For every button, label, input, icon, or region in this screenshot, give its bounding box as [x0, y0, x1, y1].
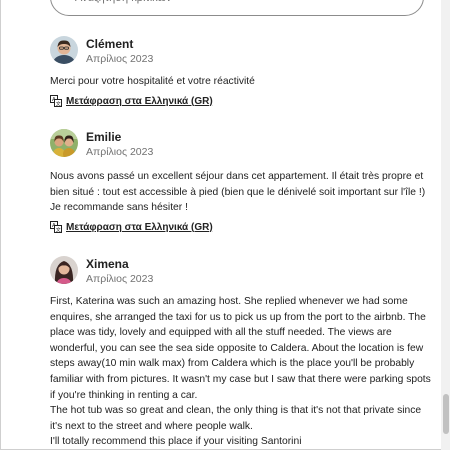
translate-icon: A 文 — [50, 95, 62, 107]
review-paragraph: Merci pour votre hospitalité et votre ré… — [50, 76, 255, 87]
translate-label[interactable]: Μετάφραση στα Ελληνικά (GR) — [66, 222, 213, 233]
review-paragraph: Nous avons passé un excellent séjour dan… — [50, 171, 426, 198]
translate-icon: A 文 — [50, 221, 62, 233]
translate-link[interactable]: A 文 Μετάφραση στα Ελληνικά (GR) — [50, 94, 213, 108]
translate-label[interactable]: Μετάφραση στα Ελληνικά (GR) — [66, 96, 213, 107]
translate-link[interactable]: A 文 Μετάφραση στα Ελληνικά (GR) — [50, 220, 213, 234]
reviewer-name: Clément — [86, 37, 134, 51]
svg-text:文: 文 — [56, 100, 61, 107]
scrollbar-thumb[interactable] — [443, 394, 449, 434]
review-date: Απρίλιος 2023 — [86, 273, 154, 285]
scrollbar-track[interactable] — [441, 0, 450, 450]
review-paragraph: First, Katerina was such an amazing host… — [50, 296, 431, 401]
review-paragraph: Je recommande sans hésiter ! — [50, 202, 188, 214]
reviewer-name: Ximena — [86, 257, 129, 271]
review-text: Merci pour votre hospitalité et votre ré… — [50, 74, 435, 90]
reviewer-name: Emilie — [86, 130, 122, 144]
svg-text:文: 文 — [56, 226, 61, 233]
review-paragraph: I'll totally recommend this place if you… — [50, 436, 302, 448]
avatar[interactable] — [50, 129, 78, 157]
review-date: Απρίλιος 2023 — [86, 53, 154, 65]
search-bar[interactable] — [50, 0, 424, 16]
review-text: Nous avons passé un excellent séjour dan… — [50, 169, 435, 216]
avatar[interactable] — [50, 256, 78, 284]
review-text: First, Katerina was such an amazing host… — [50, 294, 435, 450]
search-input[interactable] — [75, 0, 375, 7]
avatar[interactable] — [50, 36, 78, 64]
review-paragraph: The hot tub was so great and clean, the … — [50, 405, 422, 432]
review-date: Απρίλιος 2023 — [86, 146, 154, 158]
